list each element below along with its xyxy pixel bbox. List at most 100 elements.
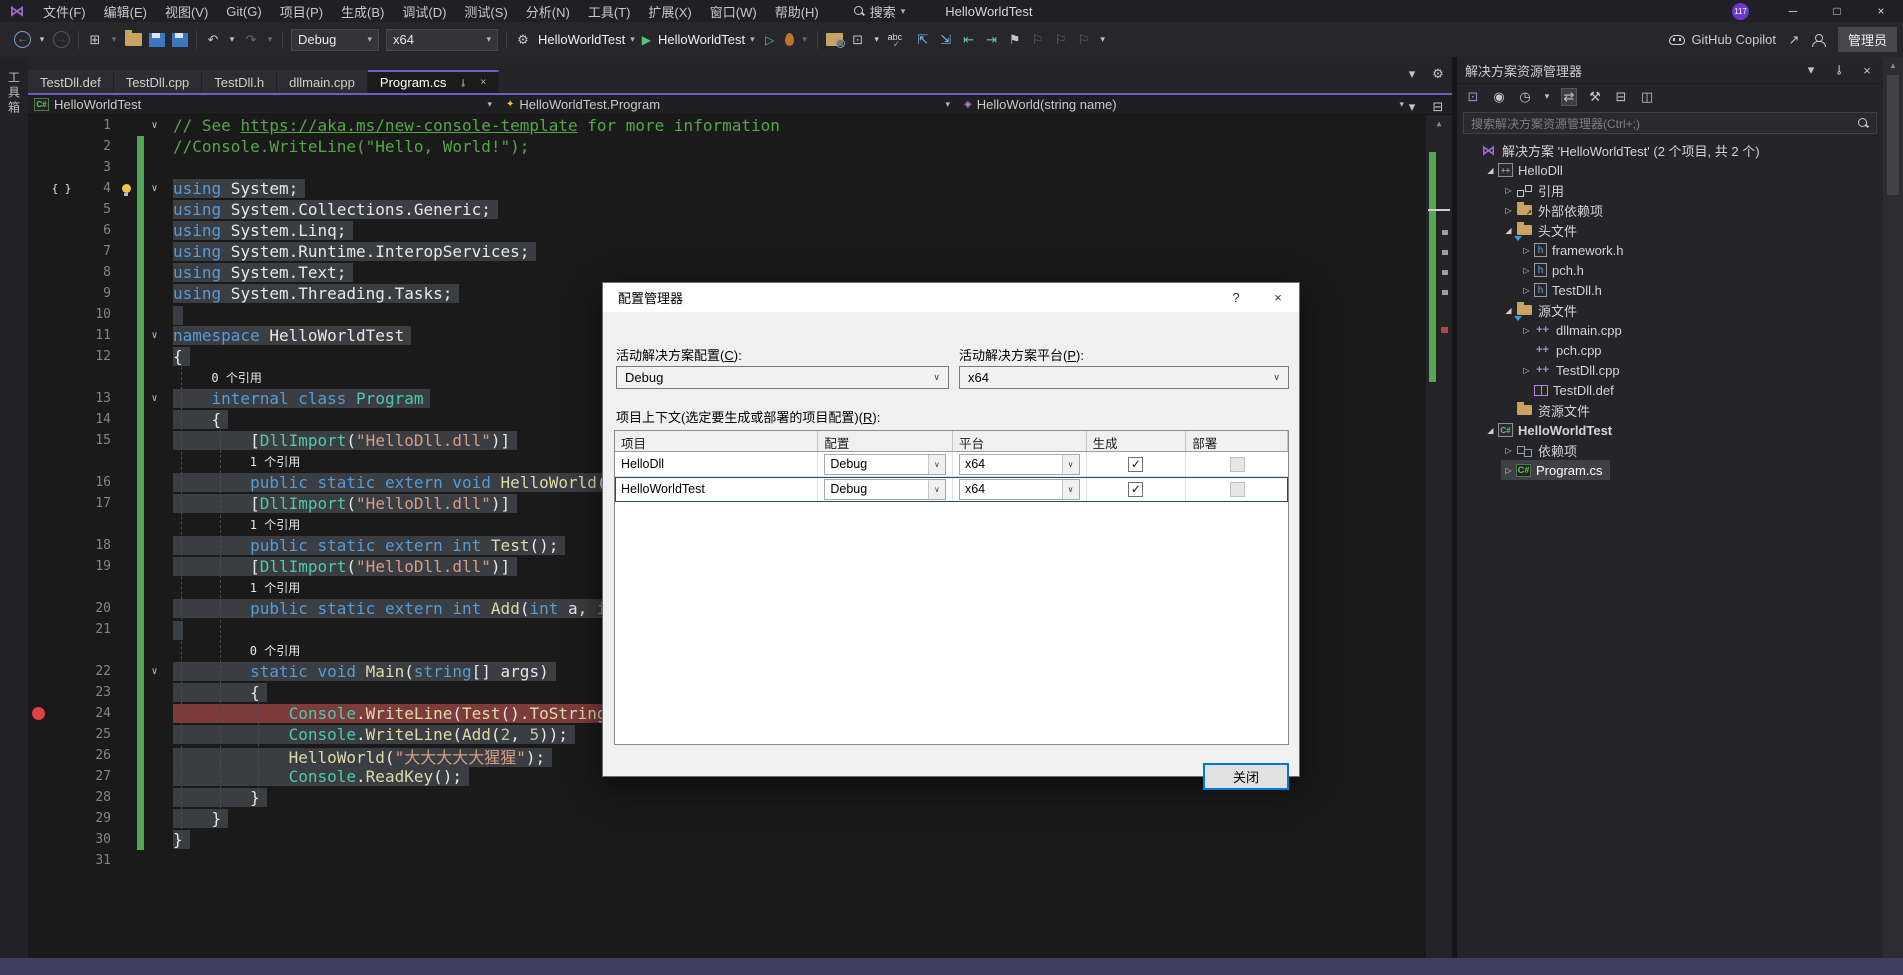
menu-item[interactable]: 视图(V)	[156, 0, 217, 22]
breakpoint-margin[interactable]	[28, 283, 48, 304]
configuration-select[interactable]: Debug∨	[824, 454, 946, 475]
breakpoint-margin[interactable]	[28, 598, 48, 619]
close-button[interactable]: 关闭	[1203, 763, 1289, 790]
spell-check-icon[interactable]	[888, 32, 908, 48]
doc-list-caret-icon[interactable]: ▾	[1404, 98, 1420, 116]
active-platform-select[interactable]: x64∨	[959, 366, 1289, 389]
breakpoint-margin[interactable]	[28, 262, 48, 283]
breakpoint-margin[interactable]	[28, 787, 48, 808]
panel-scrollbar[interactable]: ▲	[1883, 57, 1903, 958]
code-text[interactable]: [DllImport("HelloDll.dll")]	[165, 431, 517, 450]
lightbulb-icon[interactable]	[122, 184, 131, 193]
tree-item[interactable]: TestDll.def	[1457, 380, 1883, 400]
breakpoint-margin[interactable]	[28, 829, 48, 850]
find-in-files-icon[interactable]	[826, 33, 843, 46]
redo-icon[interactable]: ↷	[243, 31, 259, 49]
code-text[interactable]: {	[165, 410, 228, 429]
indent-right-icon[interactable]: ⇥	[984, 31, 1000, 49]
code-line[interactable]: 6using System.Linq;	[28, 220, 1426, 241]
hot-reload-icon[interactable]	[785, 33, 794, 46]
tree-item[interactable]: ▷依赖项	[1457, 440, 1883, 460]
breakpoint-margin[interactable]	[28, 766, 48, 787]
tree-item[interactable]: ++pch.cpp	[1457, 340, 1883, 360]
breadcrumb-member[interactable]: ◈ HelloWorld(string name) ▾	[958, 95, 1452, 114]
panel-close-icon[interactable]: ×	[1859, 61, 1875, 79]
code-line[interactable]: 29 }	[28, 808, 1426, 829]
code-text[interactable]: using System.Collections.Generic;	[165, 200, 498, 219]
code-line[interactable]: 30}	[28, 829, 1426, 850]
doc-list-caret-icon[interactable]: ▾	[1404, 65, 1420, 83]
code-text[interactable]: using System;	[165, 179, 305, 198]
menu-item[interactable]: 项目(P)	[271, 0, 332, 22]
filter-caret-icon[interactable]: ▾	[1543, 88, 1551, 106]
indent-left-icon[interactable]: ⇤	[961, 31, 977, 49]
tree-expander-icon[interactable]: ▷	[1519, 246, 1534, 255]
collapse-all-icon[interactable]: ⊟	[1613, 88, 1629, 106]
tree-item[interactable]: ▷++TestDll.cpp	[1457, 360, 1883, 380]
breakpoint-margin[interactable]	[28, 304, 48, 325]
breakpoint-margin[interactable]	[28, 472, 48, 493]
code-line[interactable]: 7using System.Runtime.InteropServices;	[28, 241, 1426, 262]
breakpoint-margin[interactable]	[28, 388, 48, 409]
document-tab[interactable]: dllmain.cpp	[277, 70, 368, 93]
tree-item[interactable]: ▷hpch.h	[1457, 260, 1883, 280]
cursor-top-icon[interactable]: ⇱	[915, 31, 931, 49]
code-text[interactable]: {	[165, 347, 190, 366]
code-text[interactable]: internal class Program	[165, 389, 430, 408]
build-checkbox[interactable]: ✓	[1128, 457, 1143, 472]
tree-expander-icon[interactable]: ▷	[1519, 326, 1534, 335]
solution-platform-select[interactable]: x64▾	[386, 29, 498, 51]
code-line[interactable]: 5using System.Collections.Generic;	[28, 199, 1426, 220]
scroll-up-icon[interactable]: ▲	[1426, 119, 1452, 128]
code-text[interactable]: Console.WriteLine(Add(2, 5));	[165, 725, 575, 744]
tab-close-icon[interactable]: ×	[480, 77, 486, 88]
codelens-text[interactable]: 0 个引用	[165, 369, 262, 386]
overflow-caret-icon[interactable]: ▾	[1099, 31, 1107, 49]
table-row[interactable]: HelloDllDebug∨x64∨✓	[615, 452, 1288, 477]
split-editor-icon[interactable]: ⊟	[1430, 98, 1446, 116]
code-line[interactable]: 3	[28, 157, 1426, 178]
menu-item[interactable]: 测试(S)	[455, 0, 516, 22]
next-bookmark-icon[interactable]: ⚐	[1053, 31, 1069, 49]
code-text[interactable]: Console.ReadKey();	[165, 767, 469, 786]
chevron-down-icon[interactable]: ∨	[928, 455, 945, 474]
breakpoint-margin[interactable]	[28, 577, 48, 598]
menu-item[interactable]: 调试(D)	[393, 0, 455, 22]
sync-active-doc-icon[interactable]: ⇄	[1561, 88, 1577, 106]
cursor-bottom-icon[interactable]: ⇲	[938, 31, 954, 49]
start-without-debugging-button[interactable]: ▷	[762, 31, 778, 49]
wrench-icon[interactable]: ⚒	[1587, 88, 1603, 106]
code-text[interactable]	[165, 305, 183, 325]
deploy-checkbox[interactable]	[1230, 457, 1245, 472]
platform-select[interactable]: x64∨	[959, 479, 1080, 500]
code-text[interactable]: using System.Text;	[165, 263, 353, 282]
code-line[interactable]: 2//Console.WriteLine("Hello, World!");	[28, 136, 1426, 157]
menu-item[interactable]: 帮助(H)	[766, 0, 828, 22]
breakpoint-margin[interactable]	[28, 724, 48, 745]
breakpoint-margin[interactable]	[28, 451, 48, 472]
toolbox-side-tab[interactable]: 工具箱	[0, 57, 28, 958]
tree-expander-icon[interactable]: ◢	[1483, 166, 1498, 175]
codelens-text[interactable]: 1 个引用	[165, 516, 300, 533]
code-line[interactable]: 31	[28, 850, 1426, 871]
breakpoint-margin[interactable]	[28, 535, 48, 556]
breakpoint-margin[interactable]	[28, 241, 48, 262]
active-config-select[interactable]: Debug∨	[616, 366, 949, 389]
close-button[interactable]: ×	[1859, 0, 1903, 22]
tree-expander-icon[interactable]: ◢	[1483, 426, 1498, 435]
code-text[interactable]: using System.Linq;	[165, 221, 353, 240]
clear-bookmarks-icon[interactable]: ⚐	[1076, 31, 1092, 49]
start-debugging-button[interactable]: HelloWorldTest▾	[658, 32, 755, 47]
save-icon[interactable]	[149, 33, 165, 47]
undo-icon[interactable]: ↶	[205, 31, 221, 49]
chevron-down-icon[interactable]: ▾	[801, 31, 809, 49]
menu-item[interactable]: 文件(F)	[34, 0, 95, 22]
save-all-icon[interactable]	[172, 33, 188, 47]
tree-expander-icon[interactable]: ▷	[1501, 466, 1516, 475]
copilot-label[interactable]: GitHub Copilot	[1691, 32, 1776, 47]
code-text[interactable]: Console.WriteLine(Test().ToString());	[165, 704, 652, 723]
breakpoint-margin[interactable]	[28, 556, 48, 577]
code-text[interactable]: public static extern int Add(int a, int …	[165, 599, 671, 618]
fold-margin[interactable]: ∨	[144, 120, 165, 131]
tree-expander-icon[interactable]: ▷	[1519, 286, 1534, 295]
